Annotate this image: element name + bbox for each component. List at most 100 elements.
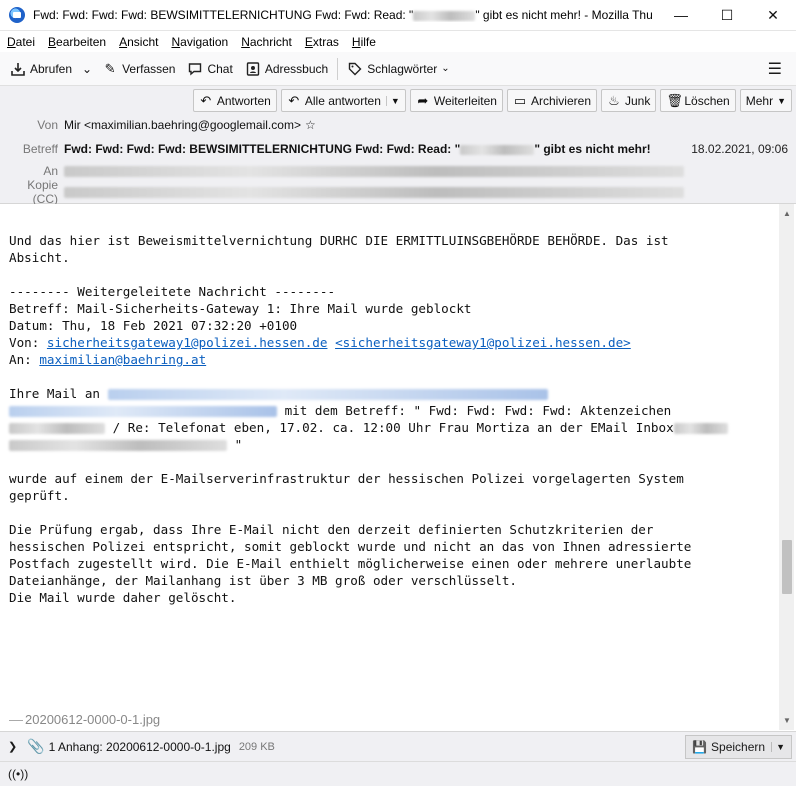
mail-subject-close: " [227,437,243,452]
body-scrollbar[interactable]: ▲ ▼ [779,204,794,730]
forward-label: Weiterleiten [433,93,497,108]
redacted-cc [64,186,684,198]
archive-button[interactable]: ▭ Archivieren [506,89,597,112]
menu-extras[interactable]: Extras [298,35,345,49]
window-title-suffix: " gibt es nicht mehr! - Mozilla Thun… [475,8,653,22]
message-date: 18.02.2021, 09:06 [691,142,788,156]
more-button[interactable]: Mehr ▼ [739,89,792,112]
expand-chevron-icon[interactable]: ❯ [8,740,17,753]
delete-button[interactable]: 🗑 Löschen [660,89,736,112]
junk-flame-icon: ♨ [608,92,620,108]
window-title-prefix: Fwd: Fwd: Fwd: Fwd: BEWSIMITTELERNICHTUN… [33,8,414,22]
from-label: Von [37,118,58,132]
address-book-label: Adressbuch [264,61,329,76]
forwarded-subject: Betreff: Mail-Sicherheits-Gateway 1: Ihr… [9,301,472,316]
scroll-down-icon[interactable]: ▼ [782,716,792,726]
redacted-recipients-link [107,389,548,400]
compose-button[interactable]: ✎ Verfassen [96,56,181,82]
scroll-up-icon[interactable]: ▲ [782,209,792,219]
forwarded-date: Datum: Thu, 18 Feb 2021 07:32:20 +0100 [9,318,298,333]
compose-label: Verfassen [122,61,176,76]
status-bar: ((•)) [0,761,796,786]
chat-label: Chat [207,61,233,76]
forwarded-to-label: An: [9,352,40,367]
pencil-icon: ✎ [104,60,116,76]
chat-button[interactable]: Chat [181,56,238,82]
subject-row: Betreff Fwd: Fwd: Fwd: Fwd: BEWSIMITTELE… [0,139,796,159]
scrollbar-thumb[interactable] [782,540,792,594]
chevron-down-icon: ⌄ [82,61,93,76]
star-icon[interactable]: ☆ [305,118,316,132]
close-button[interactable]: ✕ [750,0,796,30]
save-attachment-button[interactable]: 💾 Speichern ▼ [685,735,792,759]
to-label: An [43,164,58,178]
online-status-icon[interactable]: ((•)) [8,767,28,781]
menu-datei[interactable]: Datei [0,35,41,49]
junk-button[interactable]: ♨ Junk [601,89,657,112]
get-mail-dropdown[interactable]: ⌄ [78,56,96,82]
junk-label: Junk [625,93,651,108]
forwarded-from-label: Von: [9,335,47,350]
redacted-text [9,440,227,451]
main-toolbar: Abrufen ⌄ ✎ Verfassen Chat Adressbuch Sc… [0,52,796,86]
from-value[interactable]: Mir <maximilian.baehring@googlemail.com> [64,118,301,132]
trash-icon: 🗑 [666,92,683,108]
mail-to-text: Ihre Mail an [9,386,108,401]
archive-label: Archivieren [530,93,591,108]
reply-all-label: Alle antworten [304,93,381,108]
redacted-text [673,423,728,434]
menu-nachricht[interactable]: Nachricht [234,35,298,49]
minimize-button[interactable]: — [658,0,704,30]
redacted-recipients-link [9,406,277,417]
attachment-size: 209 KB [238,740,275,753]
message-body: Und das hier ist Beweismittelvernichtung… [0,204,796,730]
download-icon [10,61,26,77]
reply-all-button[interactable]: ↶ Alle antworten ▼ [280,89,406,112]
reply-icon: ↶ [200,92,212,108]
address-book-icon [245,61,261,77]
chevron-down-icon[interactable]: ▼ [385,95,400,106]
tags-label: Schlagwörter [367,61,438,76]
to-row: An [0,161,796,181]
save-disk-icon: 💾 [692,740,708,754]
mail-subject-line: / Re: Telefonat eben, 17.02. ca. 12:00 U… [105,420,674,435]
paperclip-icon: 📎 [27,738,45,754]
message-text: Und das hier ist Beweismittelvernichtung… [9,232,769,606]
chevron-down-icon[interactable]: ▼ [771,742,785,752]
forwarded-header: -------- Weitergeleitete Nachricht -----… [9,284,336,299]
attachment-bar: ❯ 📎 1 Anhang: 20200612-0000-0-1.jpg 209 … [0,731,796,761]
forwarded-to-link[interactable]: maximilian@baehring.at [39,352,206,367]
get-mail-button[interactable]: Abrufen [4,56,78,82]
subject-suffix: " gibt es nicht mehr! [534,142,651,156]
forwarded-from-link[interactable]: sicherheitsgateway1@polizei.hessen.de [47,335,328,350]
redacted-text [413,10,476,21]
redacted-text [9,423,105,434]
delete-label: Löschen [684,93,730,108]
chevron-down-icon: ▼ [777,95,786,106]
subject-label: Betreff [22,142,58,156]
menu-ansicht[interactable]: Ansicht [112,35,164,49]
menu-hilfe[interactable]: Hilfe [345,35,382,49]
menu-navigation[interactable]: Navigation [164,35,234,49]
inline-attachment-label[interactable]: 20200612-0000-0-1.jpg [9,712,160,727]
forwarded-from-link-angle[interactable]: <sicherheitsgateway1@polizei.hessen.de> [335,335,631,350]
message-actions: ↶ Antworten ↶ Alle antworten ▼ ➦ Weiterleite… [192,89,792,112]
subject-value: Fwd: Fwd: Fwd: Fwd: BEWSIMITTELERNICHTUN… [64,142,651,156]
get-mail-label: Abrufen [30,61,73,76]
address-book-button[interactable]: Adressbuch [239,56,334,82]
chat-bubble-icon [187,61,203,77]
cc-label: Kopie (CC) [27,178,58,206]
tag-icon [347,61,363,77]
message-header: ↶ Antworten ↶ Alle antworten ▼ ➦ Weiterleite… [0,86,796,206]
attachment-summary[interactable]: 1 Anhang: 20200612-0000-0-1.jpg [49,740,231,754]
thunderbird-logo-icon [9,7,25,23]
maximize-button[interactable]: ☐ [704,0,750,30]
app-menu-icon[interactable]: ☰ [768,59,782,79]
forward-button[interactable]: ➦ Weiterleiten [409,89,503,112]
tags-button[interactable]: Schlagwörter ⌄ [341,56,455,82]
reply-button[interactable]: ↶ Antworten [192,89,277,112]
title-bar: Fwd: Fwd: Fwd: Fwd: BEWSIMITTELERNICHTUN… [0,0,796,31]
menu-bearbeiten[interactable]: Bearbeiten [41,35,112,49]
redacted-text [460,144,535,155]
redacted-recipients [64,165,684,177]
